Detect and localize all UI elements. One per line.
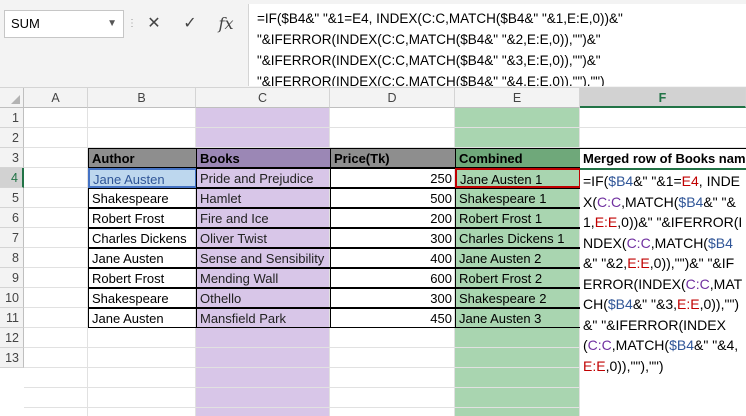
cell-author[interactable]: Jane Austen [88, 308, 197, 328]
name-box[interactable]: SUM ▼ [4, 10, 124, 38]
column-header-c[interactable]: C [196, 88, 330, 108]
column-header-f[interactable]: F [580, 88, 746, 108]
formula-token: $B4 [608, 173, 634, 189]
cell-author[interactable]: Jane Austen [88, 248, 197, 268]
cell-author[interactable]: Shakespeare [88, 288, 197, 308]
cell-author[interactable]: Robert Frost [88, 208, 197, 228]
formula-token: &" "&1= [633, 173, 682, 189]
enter-button[interactable]: ✓ [176, 10, 204, 38]
cell-book[interactable]: Hamlet [196, 188, 331, 208]
cell-book[interactable]: Fire and Ice [196, 208, 331, 228]
cell-combined[interactable]: Robert Frost 1 [455, 208, 581, 228]
row-header-10[interactable]: 10 [0, 288, 24, 308]
row-header-11[interactable]: 11 [0, 308, 24, 328]
cell-author[interactable]: Shakespeare [88, 188, 197, 208]
row-header-13[interactable]: 13 [0, 348, 24, 368]
column-header-d[interactable]: D [330, 88, 455, 108]
cell-combined[interactable]: Robert Frost 2 [455, 268, 581, 288]
row-header-6[interactable]: 6 [0, 208, 24, 228]
row-header-9[interactable]: 9 [0, 268, 24, 288]
gridline-h [24, 127, 746, 128]
row-header-4[interactable]: 4 [0, 168, 24, 188]
formula-token: $B4 [669, 337, 695, 353]
formula-token: ,MATCH( [621, 193, 679, 210]
formula-token: $B4 [678, 193, 704, 210]
cell-combined[interactable]: Charles Dickens 1 [455, 228, 581, 248]
formula-token: E:E [594, 214, 618, 230]
cell-price[interactable]: 500 [330, 188, 456, 208]
formula-input[interactable]: =IF($B4&" "&1=E4, INDEX(C:C,MATCH($B4&" … [248, 4, 746, 86]
header-price[interactable]: Price(Tk) [330, 148, 456, 168]
formula-token: &" "&3, [632, 296, 677, 312]
header-combined[interactable]: Combined [455, 148, 581, 168]
chevron-down-icon[interactable]: ▼ [107, 11, 117, 37]
formula-token: ,0)),""),"") [605, 357, 664, 374]
cell-combined[interactable]: Shakespeare 2 [455, 288, 581, 308]
cell-combined[interactable]: Jane Austen 3 [455, 308, 581, 328]
row-header-1[interactable]: 1 [0, 108, 24, 128]
formula-token: E:E [583, 357, 606, 374]
select-all-button[interactable] [0, 88, 24, 108]
cell-price[interactable]: 250 [330, 168, 456, 188]
cell-price[interactable]: 300 [330, 228, 456, 248]
cell-price[interactable]: 600 [330, 268, 456, 288]
cell-book[interactable]: Mansfield Park [196, 308, 331, 328]
cell-author[interactable]: Charles Dickens [88, 228, 197, 248]
cell-price[interactable]: 200 [330, 208, 456, 228]
header-merged[interactable]: Merged row of Books nam [580, 148, 746, 168]
row-header-2[interactable]: 2 [0, 128, 24, 148]
formula-token: E:E [627, 255, 650, 271]
formula-token: &" "&4, [694, 337, 739, 353]
cell-book[interactable]: Oliver Twist [196, 228, 331, 248]
formula-token: ,MATCH( [611, 337, 670, 353]
formula-token: C:C [597, 193, 622, 210]
column-header-a[interactable]: A [24, 88, 88, 108]
cell-author[interactable]: Jane Austen [88, 168, 197, 188]
row-header-3[interactable]: 3 [0, 148, 24, 168]
column-header-e[interactable]: E [455, 88, 580, 108]
cell-price[interactable]: 450 [330, 308, 456, 328]
cell-combined[interactable]: Jane Austen 2 [455, 248, 581, 268]
cell-combined[interactable]: Jane Austen 1 [455, 168, 581, 188]
cancel-button[interactable]: ✕ [140, 10, 168, 38]
cell-book[interactable]: Othello [196, 288, 331, 308]
cell-combined[interactable]: Shakespeare 1 [455, 188, 581, 208]
header-books[interactable]: Books [196, 148, 331, 168]
editing-cell-f4[interactable]: =IF($B4&" "&1=E4, INDEX(C:C,MATCH($B4&" … [580, 168, 746, 416]
row-header-7[interactable]: 7 [0, 228, 24, 248]
insert-function-button[interactable]: fx [212, 10, 240, 38]
formula-token: C:C [587, 337, 612, 353]
row-header-8[interactable]: 8 [0, 248, 24, 268]
header-author[interactable]: Author [88, 148, 197, 168]
formula-token: C:C [685, 275, 710, 292]
formula-token: C:C [626, 234, 651, 251]
formula-token: $B4 [707, 234, 733, 251]
cell-author[interactable]: Robert Frost [88, 268, 197, 288]
cell-book[interactable]: Pride and Prejudice [196, 168, 331, 188]
row-header-5[interactable]: 5 [0, 188, 24, 208]
formula-bar-area: SUM ▼ ⋮ ✕ ✓ fx =IF($B4&" "&1=E4, INDEX(C… [0, 0, 746, 88]
column-header-b[interactable]: B [88, 88, 196, 108]
name-box-value: SUM [11, 16, 40, 31]
row-header-12[interactable]: 12 [0, 328, 24, 348]
more-dots-icon: ⋮ [127, 18, 137, 29]
formula-token: E:E [677, 296, 700, 312]
cell-book[interactable]: Sense and Sensibility [196, 248, 331, 268]
worksheet-grid[interactable]: A B C D E F 1 2 3 4 5 6 7 8 9 10 11 12 13 Author Books Price(… [0, 88, 746, 416]
formula-token: $B4 [607, 296, 633, 312]
formula-token: ,MATCH( [650, 234, 708, 251]
cell-price[interactable]: 300 [330, 288, 456, 308]
cell-price[interactable]: 400 [330, 248, 456, 268]
formula-token: &" "&2, [583, 255, 628, 271]
cell-book[interactable]: Mending Wall [196, 268, 331, 288]
formula-token: E4 [681, 173, 699, 189]
formula-token: =IF( [583, 173, 609, 189]
